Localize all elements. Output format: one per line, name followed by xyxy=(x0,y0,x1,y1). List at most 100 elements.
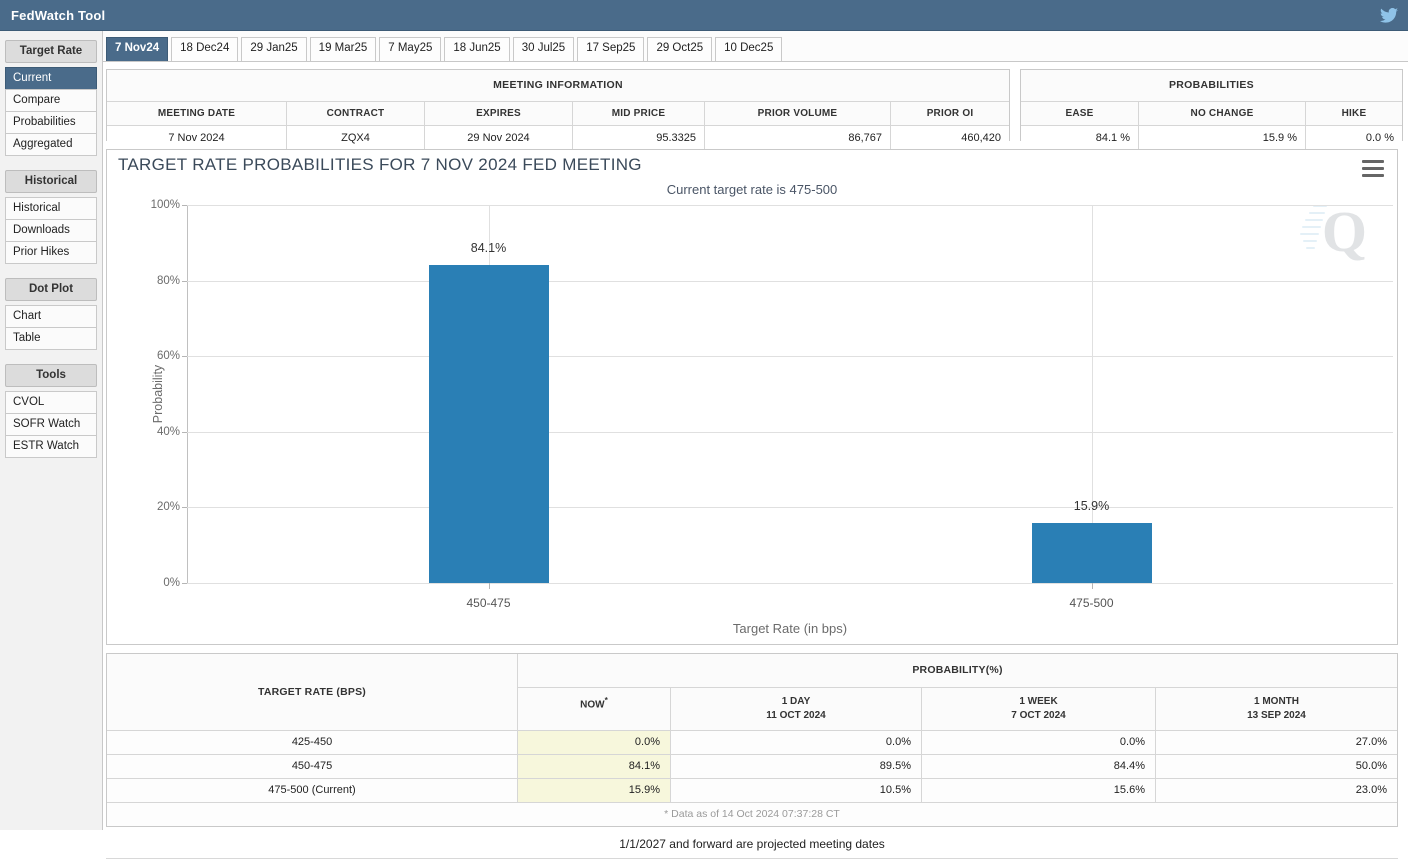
y-gridline xyxy=(187,356,1393,357)
col-1-month: 1 MONTH13 SEP 2024 xyxy=(1156,688,1397,730)
probabilities-title: PROBABILITIES xyxy=(1021,70,1402,102)
y-gridline xyxy=(187,507,1393,508)
info-tables-row: MEETING INFORMATION MEETING DATE CONTRAC… xyxy=(106,69,1403,141)
col-prior-volume: PRIOR VOLUME xyxy=(705,102,891,126)
cell-week: 84.4% xyxy=(922,755,1156,778)
sidebar-item-probabilities[interactable]: Probabilities xyxy=(5,111,97,134)
sidebar-item-estr-watch[interactable]: ESTR Watch xyxy=(5,435,97,458)
tab-30-jul25[interactable]: 30 Jul25 xyxy=(513,37,574,61)
cell-day: 89.5% xyxy=(671,755,922,778)
col-header-line2: 13 SEP 2024 xyxy=(1247,710,1306,721)
tab-18-jun25[interactable]: 18 Jun25 xyxy=(444,37,509,61)
target-rate-probability-chart: TARGET RATE PROBABILITIES FOR 7 NOV 2024… xyxy=(106,149,1398,645)
table-row: 425-4500.0%0.0%0.0%27.0% xyxy=(107,730,1397,754)
hamburger-menu-icon[interactable] xyxy=(1362,160,1384,181)
data-table-body: 425-4500.0%0.0%0.0%27.0%450-47584.1%89.5… xyxy=(107,730,1397,802)
sidebar-item-sofr-watch[interactable]: SOFR Watch xyxy=(5,413,97,436)
meeting-date-tabs: 7 Nov2418 Dec2429 Jan2519 Mar257 May2518… xyxy=(103,31,1408,62)
sidebar-item-downloads[interactable]: Downloads xyxy=(5,219,97,242)
col-hike: HIKE xyxy=(1306,102,1402,126)
tab-17-sep25[interactable]: 17 Sep25 xyxy=(577,37,644,61)
tab-29-oct25[interactable]: 29 Oct25 xyxy=(647,37,712,61)
meeting-information-title: MEETING INFORMATION xyxy=(107,70,1009,102)
y-tick-mark xyxy=(182,281,187,282)
val-hike: 0.0 % xyxy=(1306,126,1402,150)
col-now: NOW* xyxy=(518,688,671,730)
y-gridline xyxy=(187,281,1393,282)
tab-19-mar25[interactable]: 19 Mar25 xyxy=(310,37,377,61)
y-tick-label: 40% xyxy=(157,426,180,438)
y-tick-label: 80% xyxy=(157,275,180,287)
val-expires: 29 Nov 2024 xyxy=(425,126,573,150)
data-as-of-note: * Data as of 14 Oct 2024 07:37:28 CT xyxy=(107,802,1397,826)
cell-now: 0.0% xyxy=(518,731,671,754)
cell-month: 23.0% xyxy=(1156,779,1397,802)
y-tick-mark xyxy=(182,205,187,206)
col-header-footmark: * xyxy=(605,695,608,705)
cell-target-rate: 475-500 (Current) xyxy=(107,779,518,802)
bar-450-475[interactable] xyxy=(429,265,549,583)
hamburger-bar-1 xyxy=(1362,160,1384,163)
y-tick-mark xyxy=(182,432,187,433)
bar-value-label: 84.1% xyxy=(389,241,589,255)
sidebar-group-dot-plot: Dot Plot xyxy=(5,278,97,301)
y-tick-mark xyxy=(182,356,187,357)
col-meeting-date: MEETING DATE xyxy=(107,102,287,126)
cell-day: 0.0% xyxy=(671,731,922,754)
col-contract: CONTRACT xyxy=(287,102,425,126)
cell-month: 27.0% xyxy=(1156,731,1397,754)
x-tick-mark xyxy=(1092,583,1093,589)
col-header-line2: 7 OCT 2024 xyxy=(1011,710,1065,721)
cell-week: 15.6% xyxy=(922,779,1156,802)
twitter-icon[interactable] xyxy=(1380,8,1398,23)
bar-475-500[interactable] xyxy=(1032,523,1152,583)
sidebar: Target Rate CurrentCompareProbabilitiesAg… xyxy=(0,31,103,830)
meeting-information-table: MEETING INFORMATION MEETING DATE CONTRAC… xyxy=(106,69,1010,141)
y-gridline xyxy=(187,432,1393,433)
probabilities-header-row: EASE NO CHANGE HIKE xyxy=(1021,102,1402,126)
y-tick-mark xyxy=(182,583,187,584)
sidebar-item-compare[interactable]: Compare xyxy=(5,89,97,112)
col-header-line1: 1 DAY xyxy=(782,696,811,707)
probability-column-headers: NOW*1 DAY11 OCT 20241 WEEK7 OCT 20241 MO… xyxy=(518,688,1397,730)
sidebar-item-historical[interactable]: Historical xyxy=(5,197,97,220)
sidebar-item-table[interactable]: Table xyxy=(5,327,97,350)
tab-7-may25[interactable]: 7 May25 xyxy=(379,37,441,61)
cell-month: 50.0% xyxy=(1156,755,1397,778)
bar-value-label: 15.9% xyxy=(992,499,1192,513)
cell-day: 10.5% xyxy=(671,779,922,802)
sidebar-group-gap xyxy=(5,263,97,278)
tab-29-jan25[interactable]: 29 Jan25 xyxy=(241,37,306,61)
tab-10-dec25[interactable]: 10 Dec25 xyxy=(715,37,782,61)
sidebar-item-cvol[interactable]: CVOL xyxy=(5,391,97,414)
y-tick-label: 100% xyxy=(151,199,180,211)
sidebar-item-chart[interactable]: Chart xyxy=(5,305,97,328)
x-axis-label: Target Rate (in bps) xyxy=(187,621,1393,636)
col-prior-oi: PRIOR OI xyxy=(891,102,1009,126)
sidebar-item-prior-hikes[interactable]: Prior Hikes xyxy=(5,241,97,264)
col-header-line2: 11 OCT 2024 xyxy=(766,710,825,721)
app-title: FedWatch Tool xyxy=(11,8,105,23)
tab-7-nov24[interactable]: 7 Nov24 xyxy=(106,37,168,61)
x-tick-mark xyxy=(489,583,490,589)
data-table-header: TARGET RATE (BPS) PROBABILITY(%) NOW*1 D… xyxy=(107,654,1397,730)
col-1-day: 1 DAY 11 OCT 2024 xyxy=(671,688,922,730)
tab-18-dec24[interactable]: 18 Dec24 xyxy=(171,37,238,61)
val-mid-price: 95.3325 xyxy=(573,126,705,150)
probability-history-table: TARGET RATE (BPS) PROBABILITY(%) NOW*1 D… xyxy=(106,653,1398,827)
sidebar-item-current[interactable]: Current xyxy=(5,67,97,90)
col-mid-price: MID PRICE xyxy=(573,102,705,126)
meeting-information-header-row: MEETING DATE CONTRACT EXPIRES MID PRICE … xyxy=(107,102,1009,126)
sidebar-group-gap xyxy=(5,349,97,364)
col-target-rate-bps: TARGET RATE (BPS) xyxy=(107,654,518,730)
x-tick-label: 450-475 xyxy=(466,596,510,610)
sidebar-group-target-rate: Target Rate xyxy=(5,40,97,63)
val-contract: ZQX4 xyxy=(287,126,425,150)
sidebar-item-aggregated[interactable]: Aggregated xyxy=(5,133,97,156)
col-no-change: NO CHANGE xyxy=(1139,102,1306,126)
y-tick-label: 60% xyxy=(157,350,180,362)
meeting-information-value-row: 7 Nov 2024 ZQX4 29 Nov 2024 95.3325 86,7… xyxy=(107,126,1009,150)
val-prior-volume: 86,767 xyxy=(705,126,891,150)
val-prior-oi: 460,420 xyxy=(891,126,1009,150)
y-tick-label: 20% xyxy=(157,501,180,513)
